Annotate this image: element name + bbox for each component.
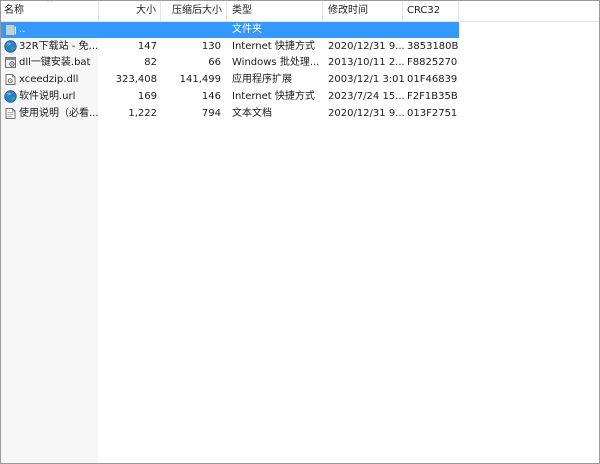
file-crc: F2F1B35B [407,91,458,102]
file-type: Internet 快捷方式 [232,41,315,52]
file-packed-size [161,22,223,38]
column-header-crc[interactable]: CRC32 [403,1,459,21]
file-packed-size: 130 [201,41,221,52]
globe-icon [4,40,17,53]
file-modified: 2003/12/1 3:01 [328,74,404,85]
sort-ascending-icon: ^ [46,1,53,7]
file-type: Internet 快捷方式 [232,91,315,102]
list-item[interactable]: 32R下载站 - 免... 147 130 Internet 快捷方式 2020… [1,39,459,55]
list-item[interactable]: 使用说明（必看... 1,222 794 文本文档 2020/12/31 9..… [1,106,459,122]
column-header-size-label: 大小 [136,5,156,16]
column-header: ^ 名称 大小 压缩后大小 类型 修改时间 CRC32 [1,1,599,22]
file-modified: 2013/10/11 2... [328,57,404,68]
file-packed-size: 141,499 [179,74,221,85]
column-header-name[interactable]: ^ 名称 [1,1,99,21]
file-size: 323,408 [115,74,157,85]
file-name: xceedzip.dll [19,74,79,85]
column-header-name-label: 名称 [4,5,24,16]
file-name: 32R下载站 - 免... [19,41,99,52]
file-size: 82 [144,57,157,68]
file-type: Windows 批处理... [232,57,320,68]
column-header-modified-label: 修改时间 [328,5,368,16]
file-packed-size: 794 [201,108,221,119]
file-size [99,22,159,38]
file-size: 1,222 [128,108,157,119]
batch-file-icon [4,56,17,69]
file-name: 使用说明（必看... [19,108,99,119]
column-header-crc-label: CRC32 [407,5,441,16]
file-packed-size: 66 [208,57,221,68]
globe-icon [4,90,17,103]
column-header-packed-label: 压缩后大小 [172,5,222,16]
column-header-packed-size[interactable]: 压缩后大小 [161,1,227,21]
list-item[interactable]: 软件说明.url 169 146 Internet 快捷方式 2023/7/24… [1,89,459,105]
column-header-size[interactable]: 大小 [99,1,161,21]
file-crc: 01F46839 [407,74,458,85]
file-type: 文本文档 [232,108,272,119]
file-name: dll一键安装.bat [19,57,91,68]
file-type: 文件夹 [232,24,262,35]
dll-file-icon [4,73,17,86]
file-crc: 3853180B [407,41,459,52]
list-item[interactable]: xceedzip.dll 323,408 141,499 应用程序扩展 2003… [1,72,459,88]
file-modified: 2020/12/31 9... [328,108,404,119]
file-size: 147 [137,41,157,52]
column-header-type-label: 类型 [232,5,252,16]
column-header-modified[interactable]: 修改时间 [323,1,403,21]
folder-up-icon [4,23,17,36]
file-type: 应用程序扩展 [232,74,292,85]
file-crc [407,22,459,38]
file-name: 软件说明.url [19,91,76,102]
file-name: .. [19,24,26,35]
column-header-type[interactable]: 类型 [227,1,323,21]
list-item[interactable]: dll一键安装.bat 82 66 Windows 批处理... 2013/10… [1,55,459,71]
file-packed-size: 146 [201,91,221,102]
file-modified [328,22,404,38]
list-item[interactable]: .. 文件夹 [1,22,459,38]
text-file-icon [4,107,17,120]
file-modified: 2023/7/24 15... [328,91,404,102]
archive-file-list: ^ 名称 大小 压缩后大小 类型 修改时间 CRC32 .. 文件夹 32R下载… [0,0,600,464]
file-crc: 013F2751 [407,108,458,119]
file-modified: 2020/12/31 9... [328,41,404,52]
file-crc: F8825270 [407,57,458,68]
file-size: 169 [137,91,157,102]
